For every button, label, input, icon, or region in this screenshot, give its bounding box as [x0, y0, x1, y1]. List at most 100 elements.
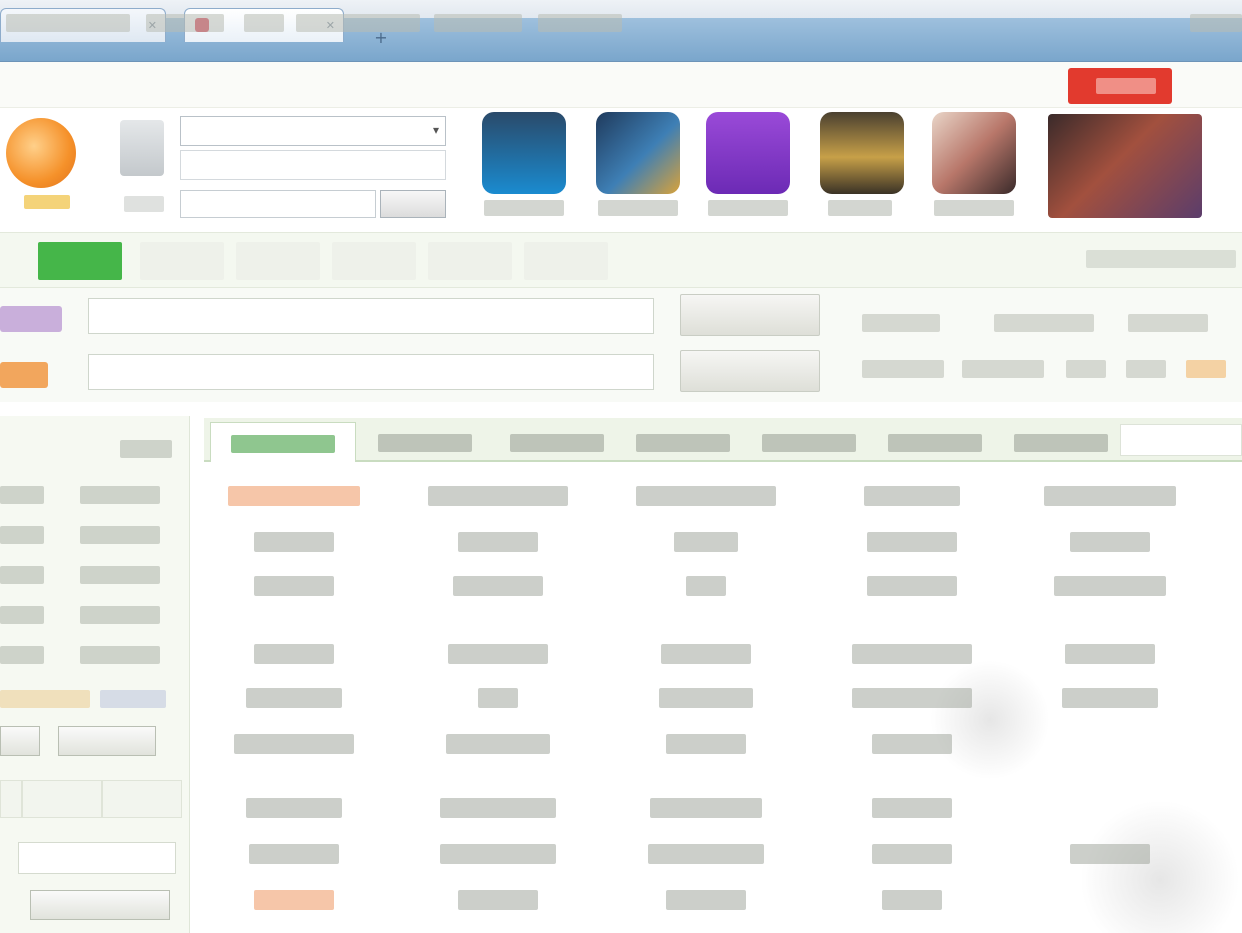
sidebar-item[interactable] — [80, 486, 160, 504]
hot-word-link[interactable] — [1126, 360, 1166, 378]
directory-link[interactable] — [254, 644, 334, 664]
directory-link[interactable] — [440, 844, 556, 864]
secondary-search-button[interactable] — [680, 350, 820, 392]
app-icon-novel[interactable] — [820, 112, 904, 194]
site-logo[interactable] — [6, 118, 76, 188]
app-icon-star[interactable] — [932, 112, 1016, 194]
directory-link[interactable] — [872, 734, 952, 754]
directory-link[interactable] — [648, 844, 764, 864]
directory-link[interactable] — [254, 890, 334, 910]
top-link[interactable] — [1190, 14, 1242, 32]
directory-link[interactable] — [254, 576, 334, 596]
top-link[interactable] — [296, 14, 420, 32]
app-icon-game[interactable] — [596, 112, 680, 194]
hot-word-link[interactable] — [1186, 360, 1226, 378]
weather-icon[interactable] — [120, 120, 164, 176]
sidebar-input[interactable] — [18, 842, 176, 874]
directory-link[interactable] — [650, 798, 762, 818]
sidebar-tab[interactable] — [22, 780, 102, 818]
sidebar-button[interactable] — [58, 726, 156, 756]
directory-link[interactable] — [1065, 644, 1155, 664]
directory-link[interactable] — [636, 486, 776, 506]
main-search-input[interactable] — [88, 298, 654, 334]
directory-link[interactable] — [882, 890, 942, 910]
hot-word-link[interactable] — [1066, 360, 1106, 378]
directory-link[interactable] — [1070, 532, 1150, 552]
directory-link[interactable] — [246, 798, 342, 818]
directory-link[interactable] — [872, 844, 952, 864]
directory-link[interactable] — [453, 576, 543, 596]
content-tab-active[interactable] — [210, 422, 356, 462]
directory-link[interactable] — [659, 688, 753, 708]
sidebar-item[interactable] — [0, 566, 44, 584]
nav-tab[interactable] — [332, 242, 416, 280]
directory-link[interactable] — [674, 532, 738, 552]
directory-link[interactable] — [867, 576, 957, 596]
directory-link[interactable] — [458, 532, 538, 552]
directory-link[interactable] — [852, 644, 972, 664]
hot-word-link[interactable] — [994, 314, 1094, 332]
nav-tab[interactable] — [428, 242, 512, 280]
nav-tab-more[interactable] — [624, 242, 708, 280]
directory-link[interactable] — [228, 486, 360, 506]
sidebar-item[interactable] — [0, 486, 44, 504]
sidebar-item[interactable] — [80, 566, 160, 584]
mini-search-input[interactable] — [180, 190, 376, 218]
content-search-input[interactable] — [1120, 424, 1242, 456]
sidebar-tab[interactable] — [0, 780, 22, 818]
sidebar-item[interactable] — [0, 690, 90, 708]
sidebar-bottom-button[interactable] — [30, 890, 170, 920]
sidebar-button[interactable] — [0, 726, 40, 756]
directory-link[interactable] — [661, 644, 751, 664]
content-tab[interactable] — [998, 422, 1124, 462]
directory-link[interactable] — [246, 688, 342, 708]
sidebar-item[interactable] — [0, 646, 44, 664]
search-type-icon[interactable] — [0, 306, 62, 332]
mini-search-button[interactable] — [380, 190, 446, 218]
directory-link[interactable] — [249, 844, 339, 864]
sidebar-item[interactable] — [80, 606, 160, 624]
sidebar-item[interactable] — [0, 526, 44, 544]
hot-word-link[interactable] — [862, 360, 944, 378]
top-link[interactable] — [244, 14, 284, 32]
directory-link[interactable] — [1070, 844, 1150, 864]
content-tab[interactable] — [494, 422, 620, 462]
directory-link[interactable] — [686, 576, 726, 596]
content-tab[interactable] — [872, 422, 998, 462]
directory-link[interactable] — [446, 734, 550, 754]
sidebar-item[interactable] — [80, 526, 160, 544]
top-link[interactable] — [146, 14, 224, 32]
top-link[interactable] — [6, 14, 130, 32]
content-tab[interactable] — [620, 422, 746, 462]
directory-link[interactable] — [1044, 486, 1176, 506]
directory-link[interactable] — [458, 890, 538, 910]
main-search-button[interactable] — [680, 294, 820, 336]
directory-link[interactable] — [872, 798, 952, 818]
sidebar-item[interactable] — [0, 606, 44, 624]
content-tab[interactable] — [746, 422, 872, 462]
directory-link[interactable] — [440, 798, 556, 818]
directory-link[interactable] — [428, 486, 568, 506]
hot-word-link[interactable] — [962, 360, 1044, 378]
content-tab[interactable] — [362, 422, 488, 462]
nav-tab[interactable] — [236, 242, 320, 280]
hot-word-link[interactable] — [1128, 314, 1208, 332]
directory-link[interactable] — [1054, 576, 1166, 596]
top-link[interactable] — [538, 14, 622, 32]
hot-word-link[interactable] — [862, 314, 940, 332]
directory-link[interactable] — [867, 532, 957, 552]
sidebar-tab[interactable] — [102, 780, 182, 818]
directory-link[interactable] — [666, 734, 746, 754]
directory-link[interactable] — [234, 734, 354, 754]
top-link[interactable] — [434, 14, 522, 32]
sidebar-item[interactable] — [80, 646, 160, 664]
directory-link[interactable] — [254, 532, 334, 552]
nav-tab-active[interactable] — [38, 242, 122, 280]
engine-select[interactable]: ▾ — [180, 116, 446, 146]
directory-link[interactable] — [478, 688, 518, 708]
directory-link[interactable] — [666, 890, 746, 910]
sidebar-item[interactable] — [100, 690, 166, 708]
nav-tab[interactable] — [140, 242, 224, 280]
directory-link[interactable] — [852, 688, 972, 708]
red-promo-badge[interactable] — [1068, 68, 1172, 104]
